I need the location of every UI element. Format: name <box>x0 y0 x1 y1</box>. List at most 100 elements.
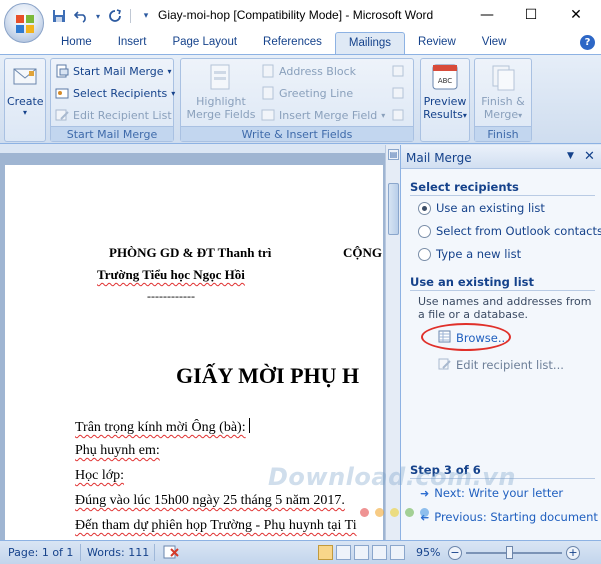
pane-close-icon[interactable]: ✕ <box>584 149 595 164</box>
finish-merge-button[interactable]: Finish & Merge▾ <box>477 61 529 121</box>
tab-mailings[interactable]: Mailings <box>334 32 406 54</box>
radio-outlook-contacts[interactable] <box>418 224 431 238</box>
window-title: Giay-moi-hop [Compatibility Mode] - Micr… <box>158 8 434 22</box>
draft-view-button[interactable] <box>390 545 405 560</box>
doc-republic: CỘNG <box>343 245 382 260</box>
text-caret <box>248 418 251 433</box>
recipients-icon <box>55 86 69 100</box>
chevron-down-icon: ▾ <box>167 66 172 76</box>
highlight-label-2: Merge Fields <box>186 108 256 121</box>
tab-page-layout[interactable]: Page Layout <box>159 32 250 54</box>
finish-label-1: Finish & <box>481 95 525 108</box>
radio-new-list[interactable] <box>418 247 431 261</box>
existing-list-heading: Use an existing list <box>410 275 535 289</box>
pane-options-icon[interactable]: ▼ <box>567 151 574 161</box>
preview-results-button[interactable]: ABC Preview Results▾ <box>422 61 468 121</box>
zoom-slider-track[interactable] <box>466 552 562 554</box>
proofing-icon[interactable] <box>162 544 180 563</box>
match-fields-button[interactable] <box>391 83 405 103</box>
chevron-down-icon: ▾ <box>171 88 176 98</box>
address-block-button[interactable]: Address Block <box>261 61 356 81</box>
tab-references[interactable]: References <box>250 32 335 54</box>
minimize-button[interactable]: — <box>464 0 510 30</box>
save-icon[interactable] <box>50 7 68 25</box>
status-separator <box>80 544 81 561</box>
doc-department: PHÒNG GD & ĐT Thanh trì <box>109 245 272 260</box>
previous-step-label: Previous: Starting document <box>434 510 598 524</box>
rules-icon <box>391 64 405 78</box>
edit-recipient-list-button[interactable]: Edit Recipient List <box>55 105 172 125</box>
edit-recipient-list-label: Edit Recipient List <box>73 108 172 122</box>
maximize-button[interactable]: ☐ <box>508 0 554 30</box>
finish-group-label: Finish <box>475 126 531 141</box>
tab-view[interactable]: View <box>469 32 520 54</box>
merge-field-icon <box>261 108 275 122</box>
doc-school: Trường Tiểu học Ngọc Hồi <box>97 267 245 282</box>
insert-merge-field-button[interactable]: Insert Merge Field ▾ <box>261 105 385 125</box>
office-logo-icon <box>16 15 34 33</box>
option-outlook-label: Select from Outlook contacts <box>436 224 601 238</box>
status-bar: Page: 1 of 1 Words: 111 95% − + <box>0 540 601 564</box>
highlight-merge-fields-button[interactable]: Highlight Merge Fields <box>185 61 257 121</box>
full-screen-reading-view-button[interactable] <box>336 545 351 560</box>
doc-para-parent: Phụ huynh em: <box>75 443 160 458</box>
close-button[interactable]: ✕ <box>553 0 599 30</box>
previous-step-link[interactable]: ➜ Previous: Starting document <box>420 510 598 524</box>
edit-list-icon <box>55 108 69 122</box>
section-divider <box>410 195 595 196</box>
select-recipients-heading: Select recipients <box>410 180 519 194</box>
greeting-line-icon <box>261 86 275 100</box>
customize-qat-icon[interactable]: ▾ <box>137 7 155 25</box>
qat-separator <box>130 9 131 23</box>
update-labels-button[interactable] <box>391 105 405 125</box>
edit-list-icon <box>438 357 451 373</box>
dot-blue <box>420 508 429 517</box>
edit-recipient-list-link[interactable]: Edit recipient list... <box>438 357 564 373</box>
rules-button[interactable] <box>391 61 405 81</box>
zoom-slider-thumb[interactable] <box>506 546 513 559</box>
address-block-label: Address Block <box>279 64 357 78</box>
tab-review[interactable]: Review <box>405 32 469 54</box>
zoom-level[interactable]: 95% <box>416 546 440 559</box>
write-insert-fields-group-label: Write & Insert Fields <box>181 126 413 141</box>
tab-insert[interactable]: Insert <box>105 32 160 54</box>
match-fields-icon <box>391 86 405 100</box>
existing-list-description: Use names and addresses from a file or a… <box>418 295 592 321</box>
scrollbar-thumb[interactable] <box>388 183 399 235</box>
create-button[interactable]: Create ▾ <box>7 61 44 117</box>
option-existing-list[interactable]: Use an existing list <box>418 201 545 215</box>
undo-icon[interactable] <box>72 7 90 25</box>
help-icon[interactable]: ? <box>580 35 595 50</box>
view-ruler-icon[interactable]: ▤ <box>388 149 399 160</box>
greeting-line-button[interactable]: Greeting Line <box>261 83 353 103</box>
envelope-icon <box>9 61 41 93</box>
highlight-fields-icon <box>205 61 237 93</box>
option-outlook-contacts[interactable]: Select from Outlook contacts <box>418 224 601 238</box>
start-mail-merge-label: Start Mail Merge <box>73 64 164 78</box>
zoom-in-button[interactable]: + <box>566 546 580 560</box>
dot-green <box>405 508 414 517</box>
radio-existing-list[interactable] <box>418 201 431 215</box>
page-count[interactable]: Page: 1 of 1 <box>8 546 73 559</box>
web-layout-view-button[interactable] <box>354 545 369 560</box>
office-button[interactable] <box>4 3 44 43</box>
finish-merge-icon <box>487 61 519 93</box>
redo-icon[interactable] <box>106 7 124 25</box>
zoom-out-button[interactable]: − <box>448 546 462 560</box>
outline-view-button[interactable] <box>372 545 387 560</box>
preview-label-2: Results▾ <box>423 108 467 121</box>
highlight-ellipse <box>421 323 511 351</box>
start-mail-merge-button[interactable]: Start Mail Merge ▾ <box>55 61 172 81</box>
svg-text:ABC: ABC <box>438 77 452 85</box>
undo-dropdown-icon[interactable]: ▾ <box>94 7 102 25</box>
doc-para-greeting: Trân trọng kính mời Ông (bà): <box>75 418 251 436</box>
select-recipients-button[interactable]: Select Recipients ▾ <box>55 83 175 103</box>
word-count[interactable]: Words: 111 <box>87 546 149 559</box>
preview-abc-icon: ABC <box>429 61 461 93</box>
insert-merge-field-label: Insert Merge Field <box>279 108 378 122</box>
doc-heading: GIẤY MỜI PHỤ H <box>176 363 360 388</box>
tab-home[interactable]: Home <box>48 32 105 54</box>
doc-dashes: ------------ <box>147 289 195 303</box>
option-new-list[interactable]: Type a new list <box>418 247 521 261</box>
print-layout-view-button[interactable] <box>318 545 333 560</box>
